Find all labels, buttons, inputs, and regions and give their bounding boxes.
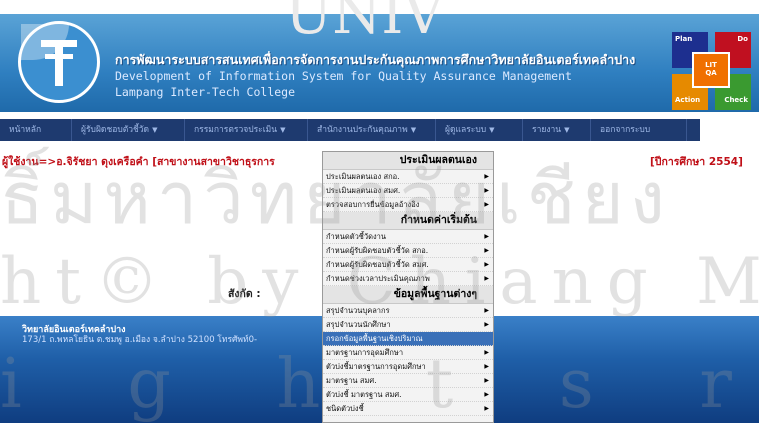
footer-address: 173/1 ถ.พหลโยธิน ต.ชมพู อ.เมือง จ.ลำปาง … [22, 335, 258, 345]
chevron-right-icon: ▶ [484, 261, 489, 268]
chevron-right-icon: ▶ [484, 321, 489, 328]
college-logo [18, 21, 100, 103]
chevron-right-icon: ▶ [484, 187, 489, 194]
chevron-right-icon: ▶ [484, 405, 489, 412]
menu-item-self-assessment-ohec[interactable]: ประเมินผลตนเอง สกอ. ▶ [323, 170, 493, 184]
nav-reports[interactable]: รายงาน ▼ [523, 119, 591, 141]
nav-logout[interactable]: ออกจากระบบ [591, 119, 687, 141]
chevron-down-icon: ▼ [152, 126, 158, 134]
system-title-thai: การพัฒนาระบบสารสนเทศเพื่อการจัดการงานประ… [115, 52, 636, 67]
menu-item-self-assessment-onesqa[interactable]: ประเมินผลตนเอง สมศ. ▶ [323, 184, 493, 198]
menu-item-quantitative-data-entry[interactable]: กรอกข้อมูลพื้นฐานเชิงปริมาณ [323, 332, 493, 346]
pdca-logo: Plan Do Action Check LIT QA [672, 32, 751, 110]
qa-office-dropdown-menu: ประเมินผลตนเอง ประเมินผลตนเอง สกอ. ▶ ประเ… [322, 151, 494, 423]
nav-assessment-committee[interactable]: กรรมการตรวจประเมิน ▼ [185, 119, 308, 141]
menu-item-student-summary[interactable]: สรุปจำนวนนักศึกษา ▶ [323, 318, 493, 332]
nav-home[interactable]: หน้าหลัก [0, 119, 72, 141]
chevron-right-icon: ▶ [484, 307, 489, 314]
menu-section-heading: กำหนดค่าเริ่มต้น [323, 212, 493, 230]
menu-item-onesqa-standard-indicators[interactable]: ตัวบ่งชี้ มาตรฐาน สมศ. ▶ [323, 388, 493, 402]
college-name-english: Lampang Inter-Tech College [115, 85, 296, 99]
pdca-center: LIT QA [692, 52, 730, 88]
menu-section-heading: ประเมินผลตนเอง [323, 152, 493, 170]
system-title-english: Development of Information System for Qu… [115, 69, 572, 83]
menu-item-assessment-period[interactable]: กำหนดช่วงเวลาประเมินคุณภาพ ▶ [323, 272, 493, 286]
header-banner: การพัฒนาระบบสารสนเทศเพื่อการจัดการงานประ… [0, 14, 759, 112]
menu-item-assign-owner-ohec[interactable]: กำหนดผู้รับผิดชอบตัวชี้วัด สกอ. ▶ [323, 244, 493, 258]
chevron-down-icon: ▼ [410, 126, 417, 134]
chevron-right-icon: ▶ [484, 391, 489, 398]
affiliation-label: สังกัด : [228, 288, 261, 300]
chevron-right-icon: ▶ [484, 233, 489, 240]
chevron-right-icon: ▶ [484, 349, 489, 356]
chevron-right-icon: ▶ [484, 377, 489, 384]
nav-indicator-owner[interactable]: ผู้รับผิดชอบตัวชี้วัด ▼ [72, 119, 185, 141]
menu-item-check-reference-submission[interactable]: ตรวจสอบการยื่นข้อมูลอ้างอิง ▶ [323, 198, 493, 212]
menu-item-higher-ed-standards[interactable]: มาตรฐานการอุดมศึกษา ▶ [323, 346, 493, 360]
menu-item-define-indicators[interactable]: กำหนดตัวชี้วัดงาน ▶ [323, 230, 493, 244]
chevron-right-icon: ▶ [484, 247, 489, 254]
chevron-down-icon: ▼ [489, 126, 495, 134]
chevron-right-icon: ▶ [484, 363, 489, 370]
current-user: ผู้ใช้งาน=>อ.จิรัชยา ดุงเครือคำ [สาขางาน… [2, 156, 275, 168]
academic-year: [ปีการศึกษา 2554] [650, 156, 743, 168]
chevron-right-icon: ▶ [484, 173, 489, 180]
main-nav: หน้าหลัก ผู้รับผิดชอบตัวชี้วัด ▼ กรรมการต… [0, 119, 700, 141]
app-window: การพัฒนาระบบสารสนเทศเพื่อการจัดการงานประ… [0, 0, 759, 423]
menu-item-assign-owner-onesqa[interactable]: กำหนดผู้รับผิดชอบตัวชี้วัด สมศ. ▶ [323, 258, 493, 272]
nav-qa-office[interactable]: สำนักงานประกันคุณภาพ ▼ [308, 119, 436, 141]
chevron-down-icon: ▼ [280, 126, 286, 134]
menu-item-staff-summary[interactable]: สรุปจำนวนบุคลากร ▶ [323, 304, 493, 318]
chevron-down-icon: ▼ [564, 126, 570, 134]
menu-item-indicator-types[interactable]: ชนิดตัวบ่งชี้ ▶ [323, 402, 493, 416]
nav-admin[interactable]: ผู้ดูแลระบบ ▼ [436, 119, 523, 141]
chevron-right-icon: ▶ [484, 275, 489, 282]
menu-item-higher-ed-standard-indicators[interactable]: ตัวบ่งชี้มาตรฐานการอุดมศึกษา ▶ [323, 360, 493, 374]
menu-item-onesqa-standards[interactable]: มาตรฐาน สมศ. ▶ [323, 374, 493, 388]
menu-section-heading: ข้อมูลพื้นฐานต่างๆ [323, 286, 493, 304]
chevron-right-icon: ▶ [484, 201, 489, 208]
